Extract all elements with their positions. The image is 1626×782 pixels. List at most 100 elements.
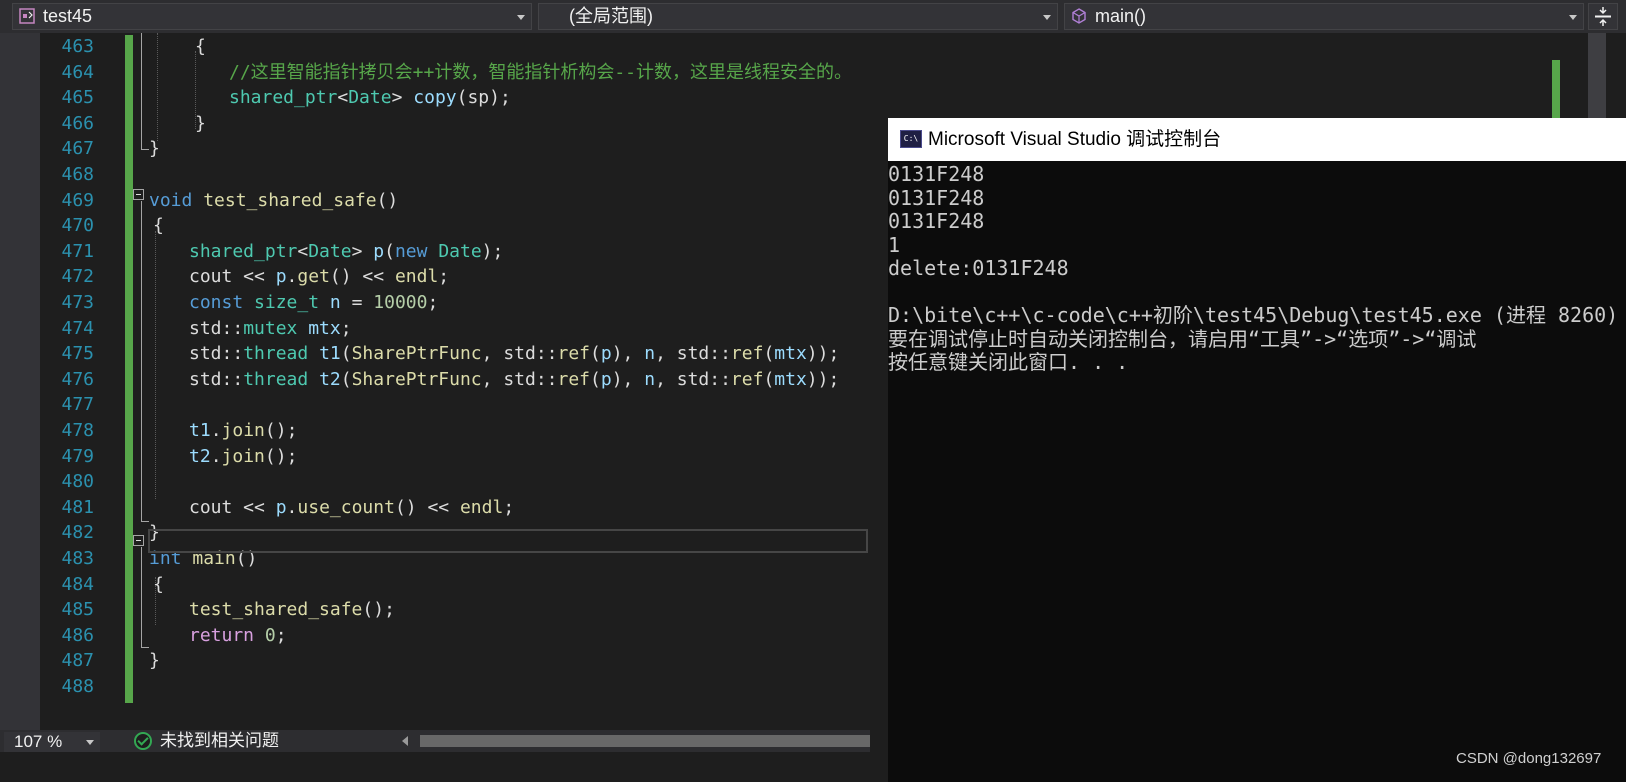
code-token: =	[340, 292, 374, 313]
code-token: , std::	[481, 343, 558, 364]
line-number: 467	[61, 138, 94, 159]
code-line[interactable]: t2.join();	[189, 444, 297, 470]
code-token: ));	[806, 343, 840, 364]
code-line[interactable]: cout << p.use_count() << endl;	[189, 495, 514, 521]
console-line: 0131F248	[888, 185, 985, 210]
code-token: SharePtrFunc	[351, 343, 482, 364]
fold-line	[141, 33, 142, 149]
code-line[interactable]: std::thread t1(SharePtrFunc, std::ref(p)…	[189, 341, 839, 367]
line-number: 468	[61, 164, 94, 185]
code-token: size_t	[254, 292, 320, 313]
code-token: n	[644, 343, 656, 364]
code-token: SharePtrFunc	[351, 369, 482, 390]
debug-console-window[interactable]: C:\ Microsoft Visual Studio 调试控制台 0131F2…	[888, 118, 1626, 782]
split-window-button[interactable]	[1588, 3, 1618, 30]
console-line: delete:0131F248	[888, 256, 1069, 280]
code-token: 10000	[373, 292, 428, 313]
project-dropdown[interactable]: test45	[12, 3, 532, 30]
code-token: t1	[319, 343, 341, 364]
code-line[interactable]: shared_ptr<Date> p(new Date);	[189, 239, 503, 265]
line-number: 484	[61, 574, 94, 595]
collapse-toggle[interactable]	[133, 189, 144, 200]
chevron-down-icon	[517, 15, 525, 20]
code-token: .	[286, 497, 298, 518]
code-token: (sp);	[456, 87, 511, 108]
console-line: 按任意键关闭此窗口. . .	[888, 350, 1129, 374]
line-number: 473	[61, 292, 94, 313]
issues-status[interactable]: 未找到相关问题	[160, 730, 279, 752]
scope-value: (全局范围)	[569, 6, 653, 26]
code-token: endl	[394, 266, 439, 287]
member-dropdown[interactable]: main()	[1064, 3, 1584, 30]
line-number: 477	[61, 394, 94, 415]
project-icon	[19, 8, 35, 24]
code-token: t1	[189, 420, 211, 441]
code-token: p	[275, 266, 287, 287]
code-token: ));	[806, 369, 840, 390]
code-token: test_shared_safe	[203, 190, 377, 211]
code-token: (	[340, 343, 352, 364]
code-line[interactable]: {	[153, 572, 164, 598]
code-line[interactable]: }	[195, 111, 206, 137]
fold-line-end	[141, 647, 149, 648]
scope-dropdown[interactable]: (全局范围)	[538, 3, 1058, 30]
code-token: 0	[264, 625, 276, 646]
line-number: 483	[61, 548, 94, 569]
code-token: get	[297, 266, 330, 287]
code-line[interactable]: cout << p.get() << endl;	[189, 264, 449, 290]
code-token: }	[195, 113, 206, 134]
code-line[interactable]: t1.join();	[189, 418, 297, 444]
code-token: thread	[243, 343, 309, 364]
code-token: join	[221, 446, 265, 467]
code-line[interactable]: test_shared_safe();	[189, 597, 395, 623]
fold-line-end	[141, 149, 149, 150]
code-line[interactable]: shared_ptr<Date> copy(sp);	[229, 85, 511, 111]
code-token: () <<	[394, 497, 460, 518]
code-line[interactable]: void test_shared_safe()	[149, 188, 398, 214]
console-title-bar[interactable]: C:\ Microsoft Visual Studio 调试控制台	[888, 118, 1626, 161]
code-token: use_count	[297, 497, 395, 518]
line-number: 471	[61, 241, 94, 262]
code-token: }	[149, 650, 160, 671]
member-value: main()	[1095, 6, 1147, 26]
console-line: 0131F248	[888, 162, 985, 186]
navigation-bar: test45 (全局范围) main()	[0, 0, 1626, 33]
line-number-gutter: 463 464 465 466 467 468 469 470 471 472 473 474 475 4…	[40, 33, 125, 750]
code-token: shared_ptr	[189, 241, 298, 262]
code-token: const	[189, 292, 244, 313]
code-token: copy	[413, 87, 457, 108]
code-token: ();	[264, 420, 298, 441]
code-line[interactable]: std::mutex mtx;	[189, 316, 352, 342]
zoom-dropdown[interactable]: 107 %	[4, 732, 100, 752]
code-token: {	[153, 215, 164, 236]
fold-line-end	[141, 521, 149, 522]
horizontal-scrollbar-thumb[interactable]	[420, 735, 870, 747]
code-token: p	[275, 497, 287, 518]
line-number: 463	[61, 36, 94, 57]
code-line[interactable]: const size_t n = 10000;	[189, 290, 438, 316]
current-line-highlight	[148, 529, 868, 553]
split-icon	[1595, 7, 1611, 26]
collapse-toggle[interactable]	[133, 535, 144, 546]
code-line[interactable]: }	[149, 648, 160, 674]
code-line[interactable]: return 0;	[189, 623, 287, 649]
code-line[interactable]: {	[153, 213, 164, 239]
code-token: (	[590, 343, 601, 364]
code-token: ref	[557, 343, 591, 364]
code-token: std::	[189, 369, 244, 390]
code-token: ;	[340, 318, 352, 339]
line-number: 479	[61, 446, 94, 467]
code-line[interactable]: std::thread t2(SharePtrFunc, std::ref(p)…	[189, 367, 839, 393]
code-token: () <<	[329, 266, 395, 287]
code-token: .	[210, 446, 222, 467]
scroll-left-arrow-icon[interactable]	[402, 736, 408, 746]
code-token: join	[221, 420, 265, 441]
line-number: 486	[61, 625, 94, 646]
line-number: 465	[61, 87, 94, 108]
code-line[interactable]: {	[195, 34, 206, 60]
code-line[interactable]: }	[149, 136, 160, 162]
code-token: , std::	[655, 343, 731, 364]
code-token: ref	[557, 369, 591, 390]
code-line[interactable]: //这里智能指针拷贝会++计数，智能指针析构会--计数，这里是线程安全的。	[229, 60, 852, 86]
